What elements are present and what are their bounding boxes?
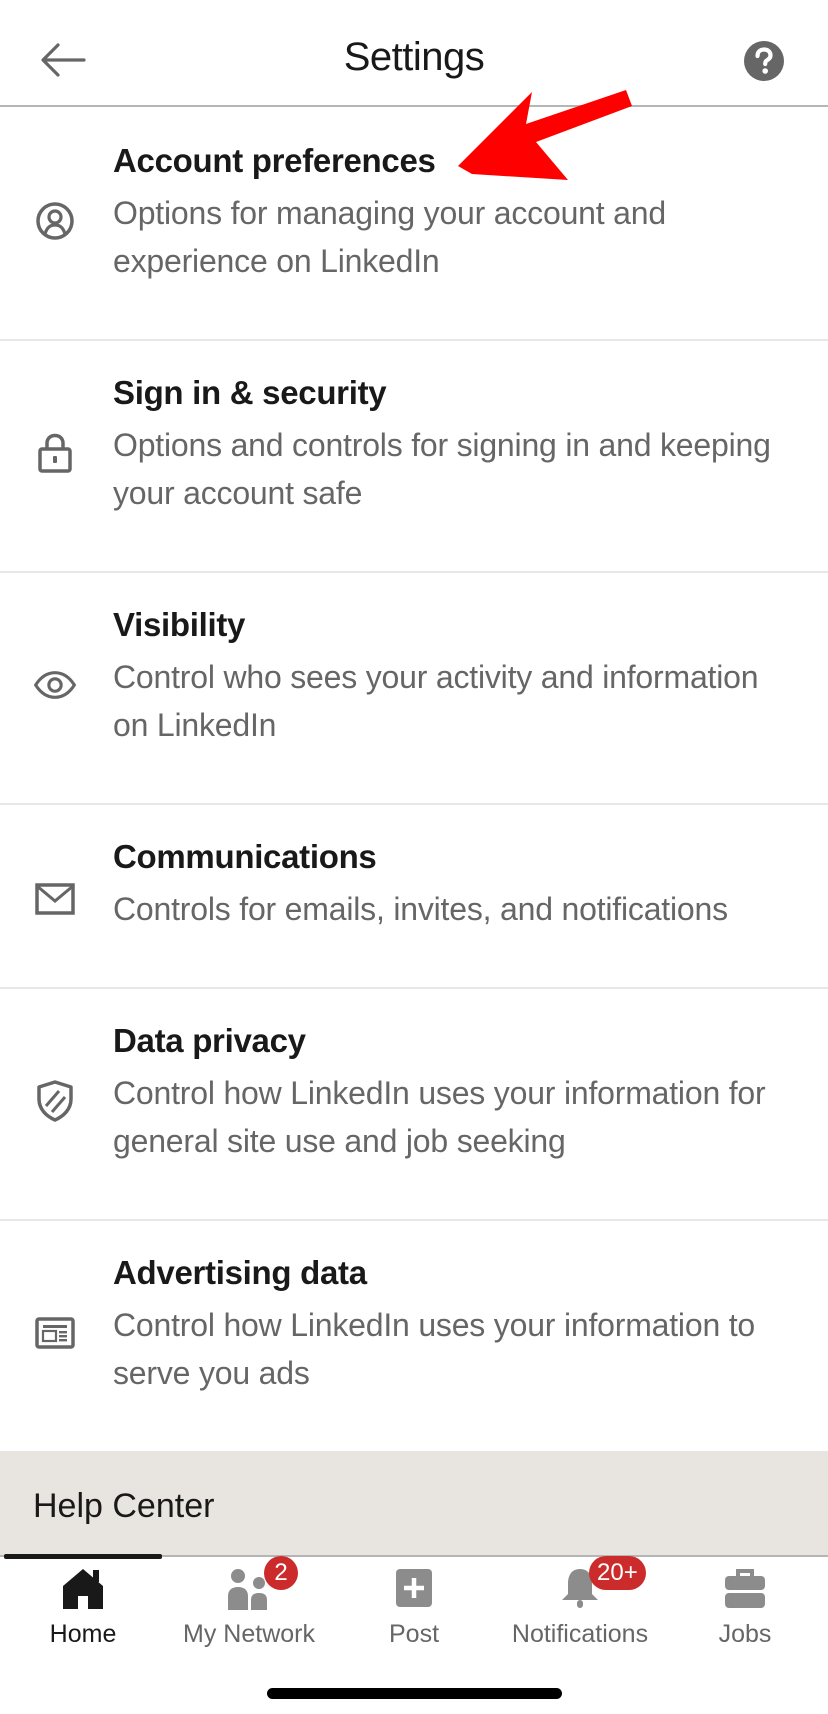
shield-icon: [33, 1079, 77, 1123]
lock-icon: [33, 431, 77, 475]
user-circle-icon: [33, 199, 77, 243]
tab-label: Post: [388, 1620, 440, 1648]
header: Settings: [0, 0, 828, 107]
bottom-tab-bar: Home 2 My Network Post 20+ Notifications: [0, 1556, 828, 1668]
settings-item-description: Options for managing your account and ex…: [113, 195, 666, 279]
tab-label: Jobs: [718, 1620, 772, 1648]
settings-item-title: Data privacy: [113, 1022, 306, 1059]
settings-item-visibility[interactable]: Visibility Control who sees your activit…: [0, 573, 828, 805]
settings-item-title: Communications: [113, 838, 377, 875]
tab-post[interactable]: Post: [331, 1558, 497, 1668]
settings-item-data-privacy[interactable]: Data privacy Control how LinkedIn uses y…: [0, 989, 828, 1221]
network-badge: 2: [264, 1556, 298, 1590]
tab-my-network[interactable]: 2 My Network: [166, 1556, 332, 1668]
home-icon: [63, 1569, 103, 1609]
settings-item-title: Account preferences: [113, 142, 436, 179]
question-circle-icon: [744, 41, 784, 81]
tab-jobs[interactable]: Jobs: [662, 1558, 828, 1668]
help-center-link[interactable]: Help Center: [0, 1451, 828, 1557]
ad-card-icon: [33, 1311, 77, 1355]
home-indicator: [267, 1688, 562, 1699]
help-center-label: Help Center: [33, 1487, 215, 1525]
tab-notifications[interactable]: 20+ Notifications: [497, 1556, 663, 1668]
settings-item-title: Advertising data: [113, 1254, 367, 1291]
tab-home[interactable]: Home: [0, 1558, 166, 1668]
tab-label: Notifications: [511, 1620, 649, 1648]
settings-item-sign-in-security[interactable]: Sign in & security Options and controls …: [0, 341, 828, 573]
settings-item-advertising-data[interactable]: Advertising data Control how LinkedIn us…: [0, 1221, 828, 1453]
plus-square-icon: [396, 1569, 432, 1607]
settings-item-description: Control who sees your activity and infor…: [113, 659, 759, 743]
help-button[interactable]: [743, 40, 785, 82]
settings-item-title: Visibility: [113, 606, 246, 643]
tab-label: Home: [49, 1620, 117, 1648]
settings-item-communications[interactable]: Communications Controls for emails, invi…: [0, 805, 828, 989]
page-title: Settings: [343, 35, 485, 79]
eye-icon: [33, 663, 77, 707]
envelope-icon: [33, 877, 77, 921]
briefcase-icon: [725, 1569, 765, 1608]
settings-item-description: Controls for emails, invites, and notifi…: [113, 891, 728, 927]
tab-label: My Network: [183, 1620, 315, 1648]
settings-item-description: Control how LinkedIn uses your informati…: [113, 1075, 766, 1159]
settings-item-title: Sign in & security: [113, 374, 387, 411]
settings-list: Account preferences Options for managing…: [0, 109, 828, 1453]
notifications-badge: 20+: [589, 1556, 646, 1590]
settings-item-description: Options and controls for signing in and …: [113, 427, 771, 511]
settings-item-account-preferences[interactable]: Account preferences Options for managing…: [0, 109, 828, 341]
settings-item-description: Control how LinkedIn uses your informati…: [113, 1307, 756, 1391]
